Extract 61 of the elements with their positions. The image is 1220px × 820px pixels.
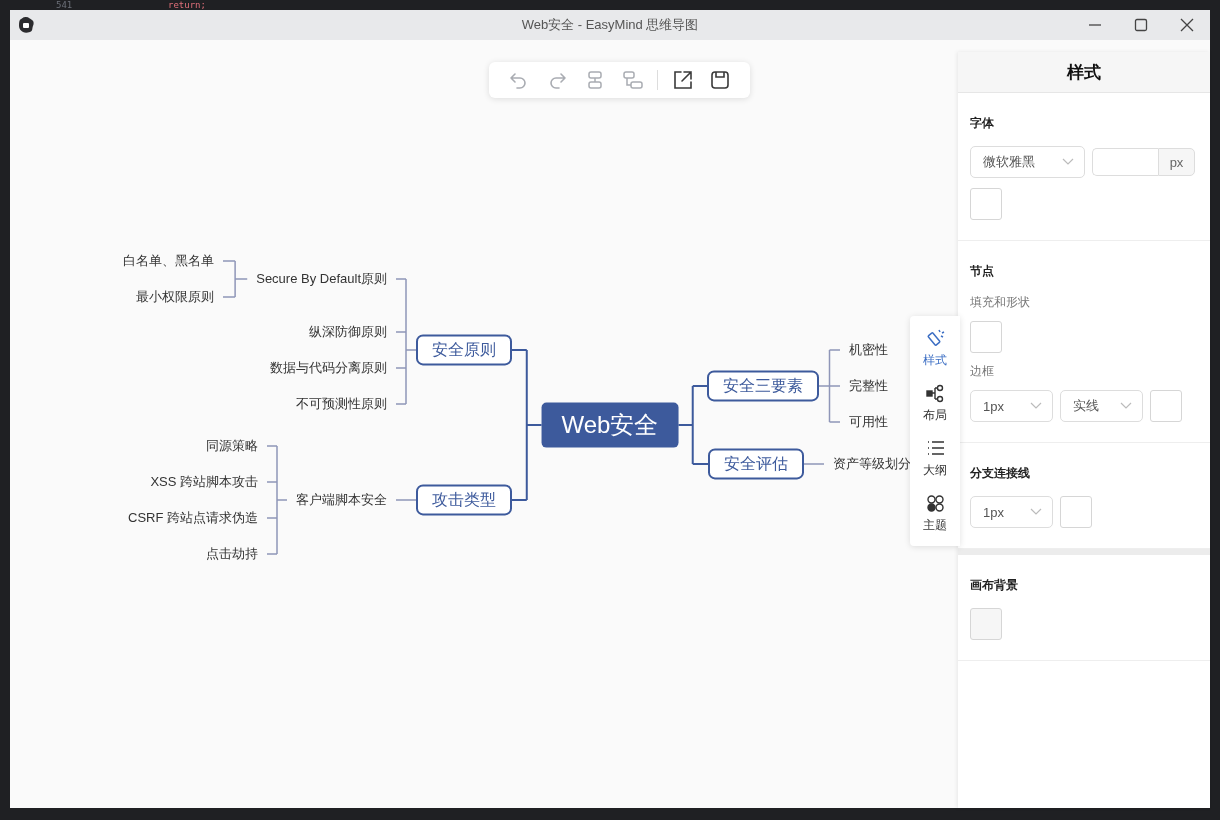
section-title: 画布背景 bbox=[970, 577, 1019, 594]
branch-line bbox=[222, 260, 248, 298]
field-label: 填充和形状 bbox=[970, 294, 1030, 311]
layout-nodes-icon bbox=[924, 383, 946, 404]
field-label: 边框 bbox=[970, 363, 994, 380]
section-title: 分支连接线 bbox=[970, 465, 1031, 482]
subtopic-text[interactable]: CSRF 跨站点请求伪造 bbox=[128, 510, 258, 526]
branch-line bbox=[803, 463, 825, 465]
root-node[interactable]: Web安全 bbox=[541, 402, 679, 448]
section-title: 字体 bbox=[970, 115, 995, 132]
subtopic-text[interactable]: 最小权限原则 bbox=[136, 289, 214, 305]
dropdown[interactable]: 微软雅黑 bbox=[970, 146, 1085, 178]
color-swatch[interactable] bbox=[1150, 390, 1182, 422]
topic-node[interactable]: 安全评估 bbox=[708, 448, 804, 480]
chevron-down-icon bbox=[1030, 508, 1042, 516]
subtopic-text[interactable]: 同源策略 bbox=[206, 438, 258, 454]
color-swatch[interactable] bbox=[1060, 496, 1092, 528]
chevron-down-icon bbox=[1030, 402, 1042, 410]
maximize-icon bbox=[1134, 18, 1148, 32]
unit-label: px bbox=[1158, 148, 1195, 176]
subtopic-text[interactable]: 完整性 bbox=[849, 378, 888, 394]
subtopic-text[interactable]: 不可预测性原则 bbox=[296, 396, 387, 412]
size-field[interactable] bbox=[1092, 148, 1158, 176]
chevron-down-icon bbox=[1062, 158, 1074, 166]
export-icon bbox=[671, 69, 693, 91]
close-icon bbox=[1180, 18, 1194, 32]
child-node-icon bbox=[622, 69, 644, 91]
brush-icon bbox=[924, 328, 946, 349]
dropdown[interactable]: 1px bbox=[970, 496, 1053, 528]
chevron-down-icon bbox=[1120, 402, 1132, 410]
topic-node[interactable]: 安全三要素 bbox=[707, 370, 819, 402]
subtopic-text[interactable]: 资产等级划分 bbox=[833, 456, 911, 472]
color-swatch[interactable] bbox=[970, 608, 1002, 640]
window-title: Web安全 - EasyMind 思维导图 bbox=[521, 16, 699, 34]
subtopic-text[interactable]: XSS 跨站脚本攻击 bbox=[150, 474, 258, 490]
subtopic-text[interactable]: Secure By Default原则 bbox=[256, 271, 387, 287]
line-number: 541 bbox=[56, 0, 74, 10]
subtopic-text[interactable]: 数据与代码分离原则 bbox=[270, 360, 387, 376]
subtopic-text[interactable]: 点击劫持 bbox=[206, 546, 258, 562]
color-swatch[interactable] bbox=[970, 321, 1002, 353]
side-tab[interactable]: 大纲 bbox=[910, 434, 960, 483]
dropdown[interactable]: 1px bbox=[970, 390, 1053, 422]
subtopic-text[interactable]: 可用性 bbox=[849, 414, 888, 430]
side-tab[interactable]: 样式 bbox=[910, 324, 960, 373]
panel-title: 样式 bbox=[958, 52, 1210, 93]
code-line: return; bbox=[168, 0, 206, 10]
dropdown[interactable]: 实线 bbox=[1060, 390, 1143, 422]
branch-line bbox=[395, 499, 417, 501]
section-title: 节点 bbox=[970, 263, 995, 280]
subtopic-text[interactable]: 白名单、黑名单 bbox=[123, 253, 214, 269]
subtopic-text[interactable]: 机密性 bbox=[849, 342, 888, 358]
subtopic-text[interactable]: 客户端脚本安全 bbox=[296, 492, 387, 508]
topic-node[interactable]: 安全原则 bbox=[416, 334, 512, 366]
color-swatch[interactable] bbox=[970, 188, 1002, 220]
circles-icon bbox=[924, 493, 946, 514]
topic-node[interactable]: 攻击类型 bbox=[416, 484, 512, 516]
subtopic-text[interactable]: 纵深防御原则 bbox=[309, 324, 387, 340]
app-logo-icon bbox=[17, 16, 35, 34]
side-tab[interactable]: 布局 bbox=[910, 379, 960, 428]
side-tab[interactable]: 主题 bbox=[910, 489, 960, 538]
save-icon bbox=[709, 69, 731, 91]
